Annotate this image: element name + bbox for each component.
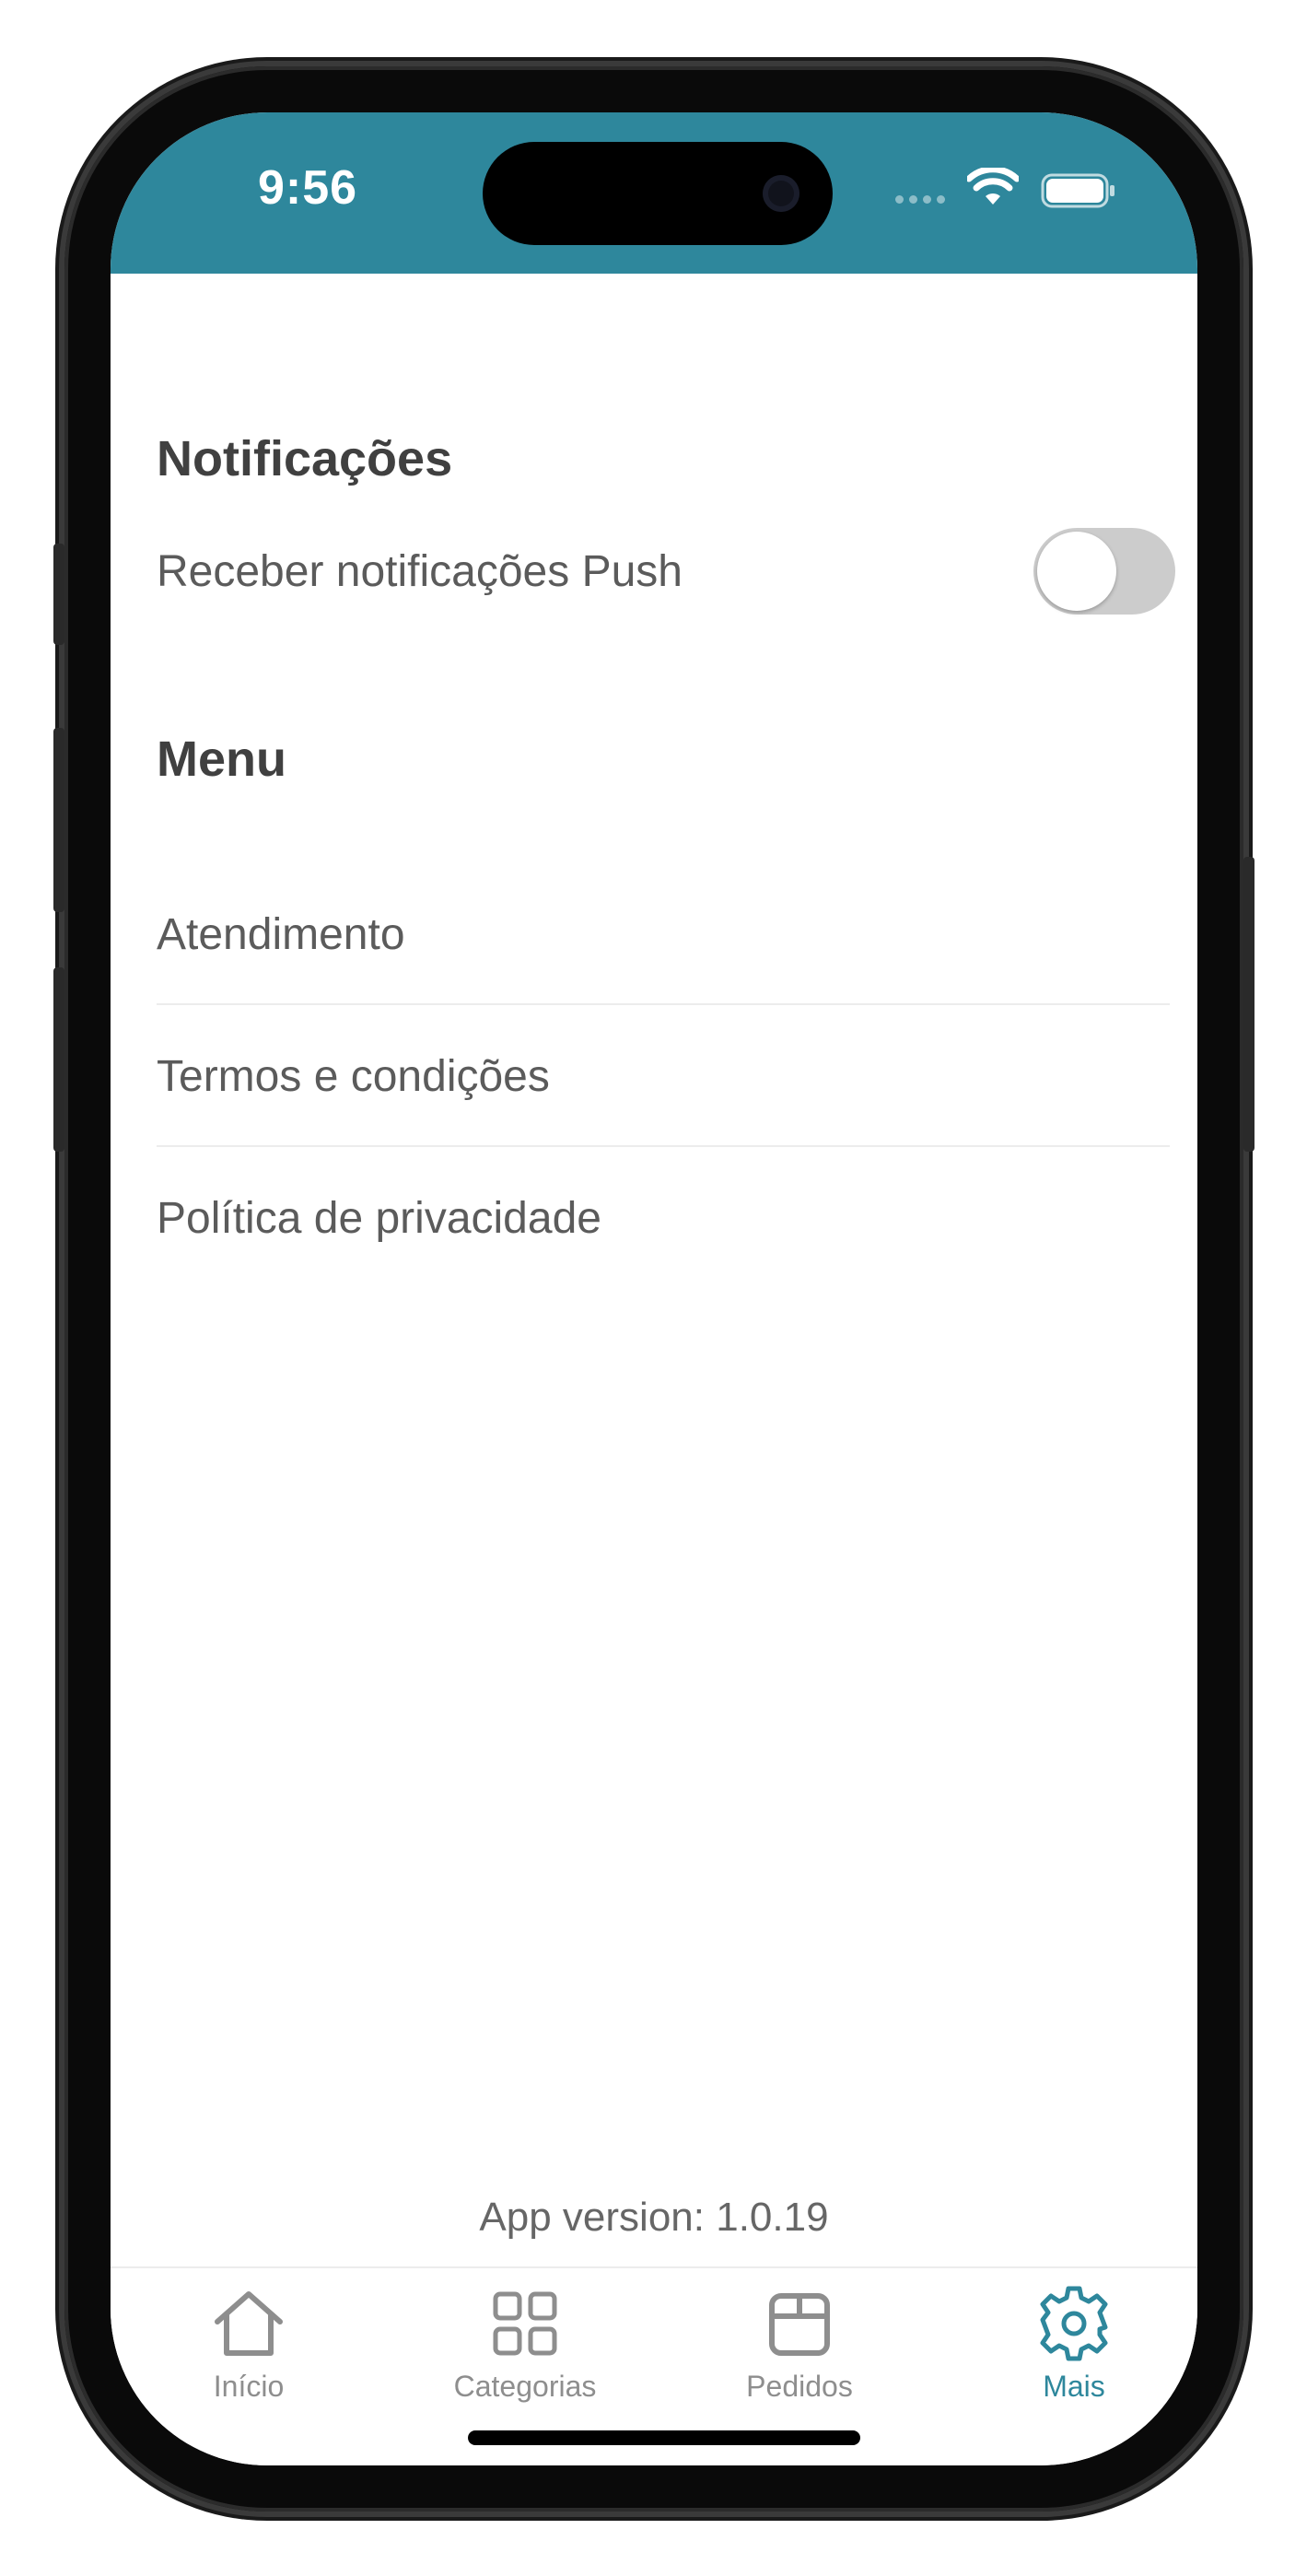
home-indicator <box>468 2430 860 2445</box>
screen: 9:56 Notificações Receber notificações P… <box>111 112 1197 2465</box>
menu-item-label: Termos e condições <box>157 1052 550 1101</box>
menu-list: Atendimento Termos e condições Política … <box>157 863 1170 1287</box>
menu-item-privacidade[interactable]: Política de privacidade <box>157 1147 1170 1287</box>
tab-categorias[interactable]: Categorias <box>424 2285 626 2423</box>
tab-label: Mais <box>1043 2370 1105 2403</box>
wifi-icon <box>967 168 1019 205</box>
action-button <box>53 544 64 645</box>
tab-label: Pedidos <box>746 2370 853 2403</box>
tab-label: Início <box>213 2370 285 2403</box>
box-icon <box>769 2293 830 2356</box>
volume-down-button <box>53 967 64 1152</box>
battery-icon <box>1041 173 1114 208</box>
menu-item-termos[interactable]: Termos e condições <box>157 1005 1170 1147</box>
volume-up-button <box>53 728 64 912</box>
status-bar: 9:56 <box>111 112 1197 274</box>
status-time: 9:56 <box>258 161 358 215</box>
tab-label: Categorias <box>453 2370 597 2403</box>
tab-pedidos[interactable]: Pedidos <box>698 2285 901 2423</box>
power-button <box>1243 857 1254 1152</box>
push-notifications-row: Receber notificações Push <box>157 528 1175 620</box>
grid-icon <box>493 2291 557 2356</box>
tab-inicio[interactable]: Início <box>147 2285 350 2423</box>
home-icon <box>215 2291 283 2356</box>
front-camera-icon <box>763 175 799 212</box>
notifications-heading: Notificações <box>157 431 453 486</box>
push-notifications-toggle[interactable] <box>1033 528 1175 615</box>
menu-item-label: Política de privacidade <box>157 1194 601 1243</box>
menu-heading: Menu <box>157 732 286 787</box>
cellular-dots-icon <box>895 195 945 204</box>
push-notifications-label: Receber notificações Push <box>157 547 683 596</box>
toggle-knob <box>1037 532 1116 611</box>
menu-item-label: Atendimento <box>157 910 405 959</box>
gear-icon <box>1040 2286 1108 2361</box>
dynamic-island <box>483 142 833 245</box>
app-version: App version: 1.0.19 <box>479 2195 829 2240</box>
tab-mais[interactable]: Mais <box>973 2285 1175 2423</box>
menu-item-atendimento[interactable]: Atendimento <box>157 863 1170 1005</box>
